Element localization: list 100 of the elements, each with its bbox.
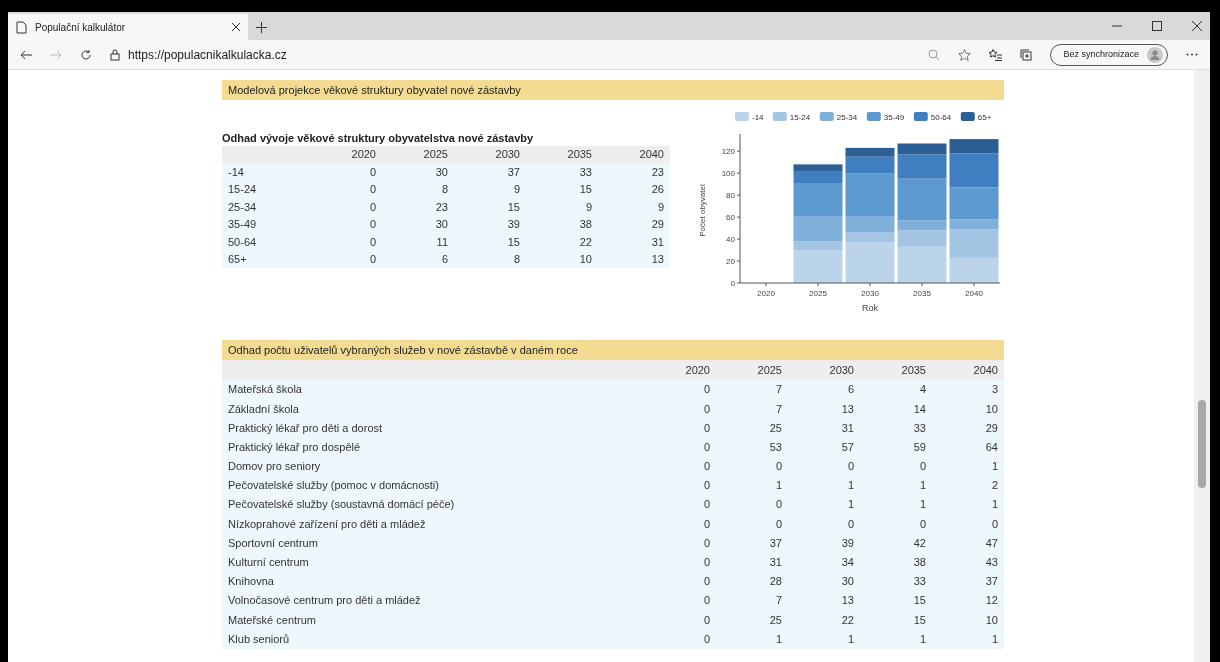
column-header: 2020: [350, 147, 377, 163]
section-header: Modelová projekce věkové struktury obyvatel nové zástavby: [222, 80, 1004, 100]
table-cell-text: 39: [840, 535, 855, 551]
table-cell-text: 47: [984, 535, 999, 551]
table-cell-text: 15: [912, 593, 927, 609]
table-cell-text: 0: [702, 420, 711, 436]
table-cell-text: 0: [774, 497, 783, 513]
table-cell-text: 0: [702, 555, 711, 571]
table-cell-text: 1: [918, 478, 927, 494]
row-label: 50-64: [227, 234, 258, 250]
table-cell-text: 13: [840, 593, 855, 609]
axis-title: Počet obyvatel: [698, 184, 707, 237]
table-cell-text: 0: [702, 516, 711, 532]
tick-label: 60: [726, 213, 735, 223]
table-cell-text: 31: [650, 234, 665, 250]
table-cell-text: 10: [984, 612, 999, 628]
row-label: Domov pro seniory: [227, 459, 322, 475]
row-label: Praktický lékař pro dospělé: [227, 439, 362, 455]
table-cell-text: 11: [435, 234, 449, 250]
row-label: Pečovatelské služby (pomoc v domácnosti): [227, 478, 440, 494]
zoom-icon[interactable]: [928, 48, 941, 61]
table-cell-text: 1: [918, 497, 927, 513]
row-label: Základní škola: [227, 401, 300, 417]
table-cell-text: 0: [990, 516, 999, 532]
table-cell-text: 37: [984, 574, 999, 590]
refresh-icon[interactable]: [80, 48, 92, 61]
legend-label: 65+: [977, 113, 992, 122]
maximize-icon[interactable]: [1152, 21, 1162, 31]
legend-label: -14: [752, 113, 764, 122]
table-cell-text: 10: [578, 252, 593, 267]
table-cell-text: 0: [702, 574, 711, 590]
table-cell-text: 0: [702, 478, 711, 494]
column-header: 2035: [566, 147, 593, 163]
table-cell-text: 7: [774, 382, 783, 398]
row-label: 65+: [227, 252, 248, 267]
browser-tab[interactable]: Populační kalkulátor: [8, 14, 248, 40]
row-label: Klub seniorů: [227, 631, 291, 647]
table-cell-text: 12: [984, 593, 999, 609]
table-cell-text: 33: [912, 574, 927, 590]
column-header: 2030: [494, 147, 521, 163]
tick-label: 120: [721, 147, 735, 157]
table-cell-text: 0: [774, 459, 783, 475]
row-label: 25-34: [227, 199, 258, 215]
close-tab-icon[interactable]: [232, 23, 240, 31]
table-cell-text: 38: [912, 555, 927, 571]
tick-label: 100: [721, 169, 735, 179]
table-cell-text: 8: [440, 182, 449, 197]
table-cell-text: 1: [990, 631, 999, 647]
table-cell-text: 13: [650, 252, 665, 267]
table-cell-text: 9: [656, 199, 665, 215]
table-cell-text: 1: [918, 631, 927, 647]
table-cell-text: 0: [702, 612, 711, 628]
table-cell-text: 8: [512, 252, 521, 267]
table-cell-text: 6: [440, 252, 449, 267]
row-label: Volnočasové centrum pro děti a mládež: [227, 593, 422, 609]
table-cell-text: 28: [768, 574, 783, 590]
table-cell-text: 10: [984, 401, 999, 417]
tick-label: 80: [726, 191, 735, 201]
table-cell-text: 1: [846, 478, 855, 494]
table-cell-text: 57: [840, 439, 855, 455]
legend-label: 15-24: [789, 113, 811, 122]
row-label: 35-49: [227, 217, 258, 232]
row-label: Nízkoprahové zařízení pro děti a mládež: [227, 516, 427, 532]
column-header: 2030: [828, 362, 855, 378]
lock-icon[interactable]: [110, 48, 120, 61]
avatar-icon: [1147, 46, 1163, 63]
back-icon[interactable]: [20, 49, 32, 60]
table-cell-text: 30: [840, 574, 855, 590]
table-cell-text: 53: [768, 439, 783, 455]
column-header: 2020: [684, 362, 711, 378]
table-cell-text: 38: [578, 217, 593, 232]
star-icon[interactable]: [958, 48, 972, 61]
table-cell-text: 30: [434, 164, 449, 180]
table-cell-text: 37: [768, 535, 783, 551]
new-tab-icon[interactable]: [256, 21, 267, 33]
more-icon[interactable]: [1186, 53, 1198, 56]
table-cell-text: 15: [506, 234, 521, 250]
table-cell-text: 0: [702, 593, 711, 609]
table-cell-text: 2: [990, 478, 999, 494]
table-cell-text: 34: [840, 555, 855, 571]
close-icon[interactable]: [1192, 21, 1202, 31]
scrollbar[interactable]: [1194, 70, 1210, 662]
collections-icon[interactable]: [1020, 48, 1033, 61]
page-icon: [16, 20, 27, 34]
table-cell-text: 0: [846, 516, 855, 532]
address-field[interactable]: https://populacnikalkulacka.cz: [128, 45, 287, 64]
row-label: 15-24: [227, 182, 258, 197]
table-cell-text: 30: [434, 217, 449, 232]
table-cell-text: 0: [774, 516, 783, 532]
table-cell-text: 3: [990, 382, 999, 398]
table-cell-text: 0: [918, 459, 927, 475]
table-cell-text: 1: [990, 459, 999, 475]
table-cell-text: 4: [918, 382, 927, 398]
scrollbar-thumb[interactable]: [1198, 400, 1206, 488]
table-cell-text: 0: [702, 382, 711, 398]
table-cell-text: 0: [368, 182, 377, 197]
favorites-icon[interactable]: [989, 48, 1003, 61]
tick-label: 2020: [757, 289, 775, 298]
legend-label: 35-49: [883, 113, 905, 122]
table-cell-text: 39: [506, 217, 521, 232]
